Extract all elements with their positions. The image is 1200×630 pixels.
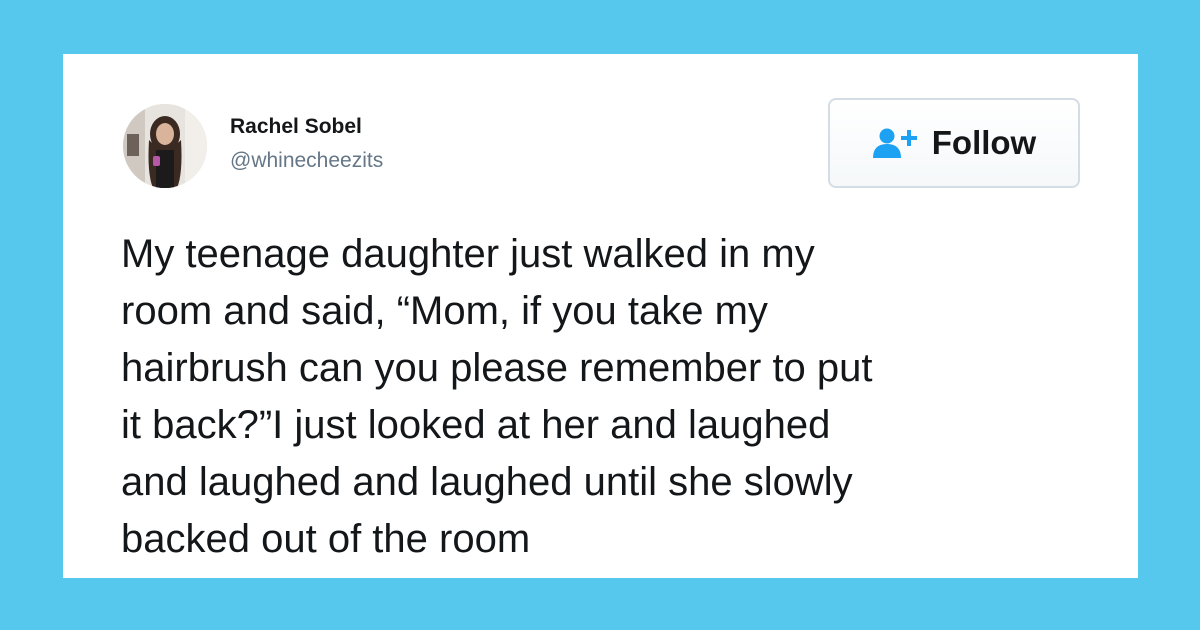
author-handle[interactable]: @whinecheezits: [230, 149, 383, 173]
follow-button[interactable]: Follow: [828, 98, 1080, 188]
tweet-text-line: room and said, “Mom, if you take my: [121, 289, 768, 333]
tweet-text-line: backed out of the room: [121, 517, 531, 561]
tweet-text-line: it back?”I just looked at her and laughe…: [121, 403, 831, 447]
avatar-image: [123, 104, 207, 188]
tweet-text-line: and laughed and laughed until she slowly: [121, 460, 853, 504]
tweet-text: My teenage daughter just walked in my ro…: [121, 226, 1041, 568]
author-name[interactable]: Rachel Sobel: [230, 115, 362, 139]
tweet-text-line: My teenage daughter just walked in my: [121, 232, 815, 276]
avatar[interactable]: [123, 104, 207, 188]
add-user-icon: [872, 128, 917, 158]
tweet-card: Rachel Sobel @whinecheezits Follow My te…: [63, 54, 1138, 578]
tweet-text-line: hairbrush can you please remember to put: [121, 346, 873, 390]
follow-label: Follow: [931, 124, 1037, 161]
